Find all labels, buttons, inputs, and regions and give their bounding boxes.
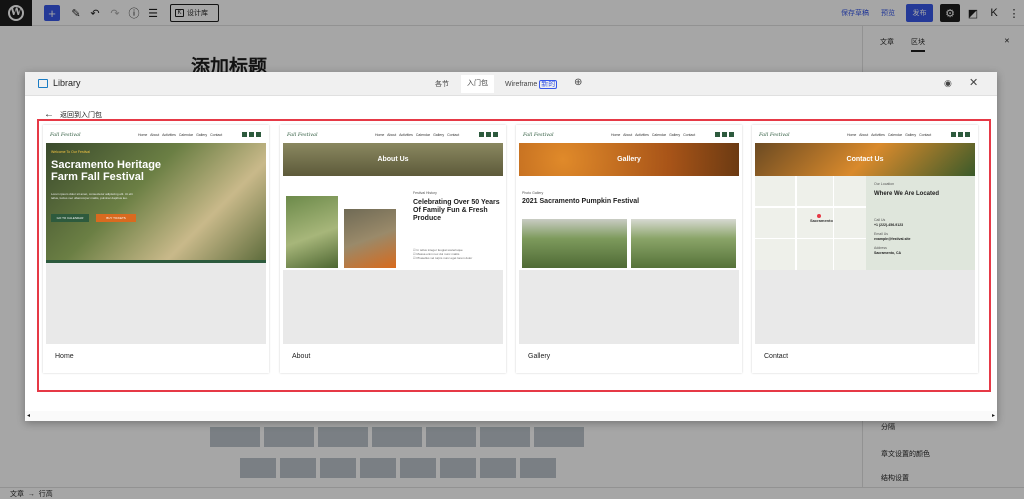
home-hero-text: Lorem ipsum dolor sit amet, consectetur … xyxy=(51,192,133,200)
contact-info: Our Location Where We Are Located Call U… xyxy=(866,176,975,270)
contact-email-label: Email Us xyxy=(874,232,889,236)
card-label: Home xyxy=(55,353,74,360)
about-thumbnail: Fall Festival Home About Activities Cale… xyxy=(283,128,503,344)
about-photo-1 xyxy=(286,196,338,268)
tab-sections[interactable]: 各节 xyxy=(435,79,449,89)
home-welcome: Welcome To Our Festival xyxy=(51,150,90,154)
starter-card-contact[interactable]: Fall Festival Home About Activities Cale… xyxy=(752,125,978,373)
about-banner: About Us xyxy=(283,143,503,176)
close-modal-icon[interactable]: ✕ xyxy=(969,76,978,89)
starter-card-about[interactable]: Fall Festival Home About Activities Cale… xyxy=(280,125,506,373)
contact-address-label: Address xyxy=(874,246,887,250)
about-title: Celebrating Over 50 Years Of Family Fun … xyxy=(413,199,500,222)
contact-call-label: Call Us xyxy=(874,218,886,222)
card-label: Gallery xyxy=(528,353,551,360)
gallery-banner: Gallery xyxy=(519,143,739,176)
thumb-nav: Fall Festival Home About Activities Cale… xyxy=(46,128,266,143)
gallery-title: 2021 Sacramento Pumpkin Festival xyxy=(522,198,640,205)
back-link-label: 返回到入门包 xyxy=(60,111,102,119)
tab-wireframe[interactable]: Wireframe 新的 xyxy=(505,79,558,89)
card-label: About xyxy=(292,353,311,360)
gallery-thumbnail: Fall Festival Home About Activities Cale… xyxy=(519,128,739,344)
home-tickets-button: BUY TICKETS xyxy=(96,214,136,222)
starter-card-gallery[interactable]: Fall Festival Home About Activities Cale… xyxy=(516,125,742,373)
home-calendar-button: GO TO CALENDAR xyxy=(51,214,89,222)
modal-header: Library 各节 入门包 Wireframe 新的 ⊕ ◉ ✕ xyxy=(25,72,997,96)
contact-email: example@festival.site xyxy=(874,237,911,241)
thumb-nav-links: Home About Activities Calendar Gallery C… xyxy=(847,133,932,137)
home-thumbnail: Fall Festival Home About Activities Cale… xyxy=(46,128,266,344)
add-circle-icon[interactable]: ⊕ xyxy=(574,77,582,88)
modal-title-text: Library xyxy=(53,78,81,88)
library-icon xyxy=(38,78,48,88)
thumb-logo: Fall Festival xyxy=(523,132,554,138)
thumb-nav: Fall Festival Home About Activities Cale… xyxy=(283,128,503,143)
thumb-nav-links: Home About Activities Calendar Gallery C… xyxy=(611,133,696,137)
contact-eyebrow: Our Location xyxy=(874,182,895,186)
about-list: ☑ In tellus integer feugiat scelerisque … xyxy=(413,248,473,260)
gallery-photo-2 xyxy=(631,219,736,268)
new-badge: 新的 xyxy=(539,80,558,89)
thumb-nav-links: Home About Activities Calendar Gallery C… xyxy=(138,133,223,137)
contact-thumbnail: Fall Festival Home About Activities Cale… xyxy=(755,128,975,344)
thumb-logo: Fall Festival xyxy=(50,132,81,138)
map-city-label: Sacramento xyxy=(810,218,833,223)
gallery-photo-1 xyxy=(522,219,627,268)
contact-address: Sacramento, CA xyxy=(874,251,902,255)
starter-card-home[interactable]: Fall Festival Home About Activities Cale… xyxy=(43,125,269,373)
scroll-left-icon[interactable]: ◂ xyxy=(27,412,30,419)
thumb-logo: Fall Festival xyxy=(287,132,318,138)
sync-icon[interactable]: ◉ xyxy=(944,78,952,89)
tab-starter-packs[interactable]: 入门包 xyxy=(461,75,494,93)
library-modal: Library 各节 入门包 Wireframe 新的 ⊕ ◉ ✕ ← 返回到入门包… xyxy=(25,72,997,421)
gallery-eyebrow: Photo Gallery xyxy=(522,191,544,195)
map-pin-icon xyxy=(817,214,821,218)
contact-banner: Contact Us xyxy=(755,143,975,176)
about-photo-2 xyxy=(344,209,396,268)
modal-title: Library xyxy=(38,78,81,88)
thumb-nav: Fall Festival Home About Activities Cale… xyxy=(755,128,975,143)
tab-wireframe-label: Wireframe xyxy=(505,81,538,88)
contact-title: Where We Are Located xyxy=(874,191,940,197)
contact-map: Sacramento xyxy=(755,176,866,270)
scroll-right-icon[interactable]: ▸ xyxy=(992,412,995,419)
about-eyebrow: Festival History xyxy=(413,191,437,195)
contact-phone: +1 (222)-456-9123 xyxy=(874,223,904,227)
card-label: Contact xyxy=(764,353,789,360)
horizontal-scrollbar[interactable]: ◂ ▸ xyxy=(25,411,997,421)
thumb-nav: Fall Festival Home About Activities Cale… xyxy=(519,128,739,143)
home-hero-title: Sacramento Heritage Farm Fall Festival xyxy=(51,159,162,183)
thumb-nav-links: Home About Activities Calendar Gallery C… xyxy=(375,133,460,137)
thumb-logo: Fall Festival xyxy=(759,132,790,138)
